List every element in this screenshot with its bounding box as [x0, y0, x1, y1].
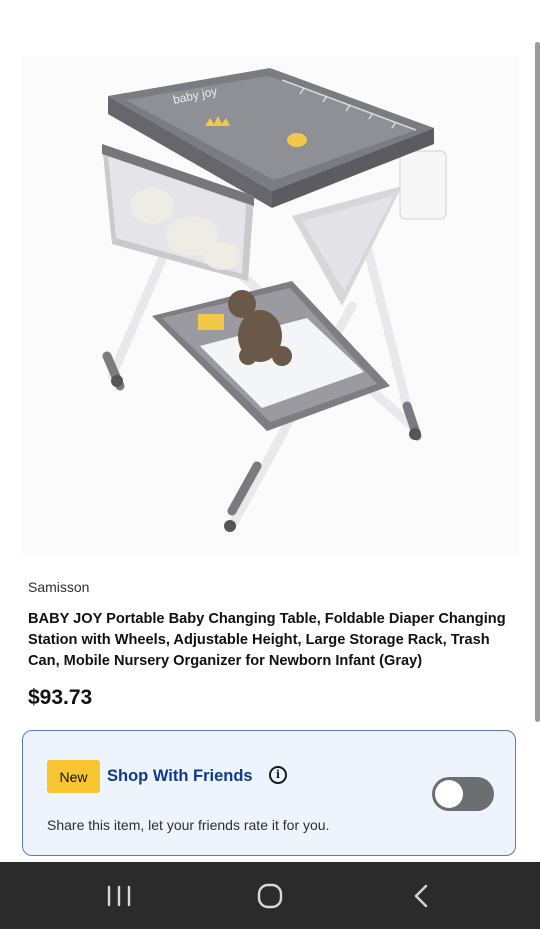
shop-with-friends-description: Share this item, let your friends rate i…: [47, 817, 330, 833]
scrollbar-thumb[interactable]: [535, 42, 540, 722]
back-icon[interactable]: [401, 880, 441, 912]
product-price: $93.73: [28, 686, 93, 709]
shop-with-friends-title: Shop With Friends: [107, 767, 253, 785]
recents-icon[interactable]: [99, 880, 139, 912]
shop-with-friends-toggle[interactable]: [432, 777, 494, 811]
product-title: BABY JOY Portable Baby Changing Table, F…: [28, 611, 506, 669]
product-image[interactable]: baby joy: [22, 56, 518, 556]
system-navigation-bar: [0, 862, 540, 929]
shop-with-friends-card: New Shop With Friends i Share this item,…: [22, 730, 516, 856]
new-badge: New: [47, 760, 100, 793]
seller-name[interactable]: Samisson: [28, 579, 89, 595]
toggle-knob: [435, 780, 463, 808]
info-icon[interactable]: i: [269, 766, 287, 784]
home-icon[interactable]: [250, 880, 290, 912]
